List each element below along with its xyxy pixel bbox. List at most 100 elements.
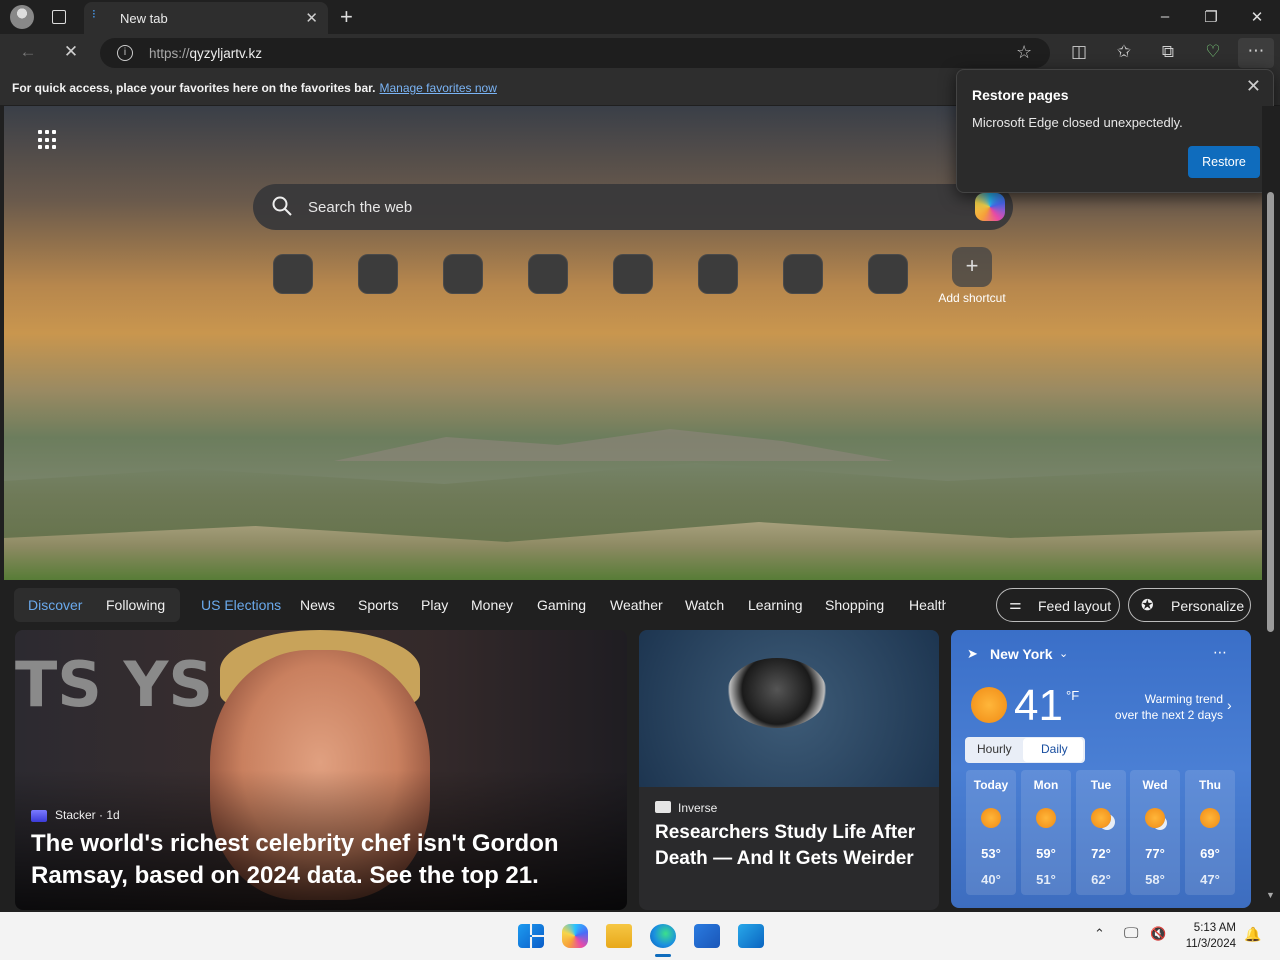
tab-gaming[interactable]: Gaming (537, 597, 586, 613)
navigation-bar: ← ✕ i https://qyzyljartv.kz ☆ ◫ ✩ ⧉ ♡ ⋯ (0, 34, 1280, 72)
scrollbar-thumb[interactable] (1267, 192, 1274, 632)
profile-avatar[interactable] (10, 5, 34, 29)
notification-bell-icon[interactable]: 🔔 (1244, 926, 1261, 943)
chevron-down-icon[interactable]: ⌄ (1059, 647, 1068, 660)
browser-essentials-icon[interactable]: ♡ (1202, 42, 1224, 62)
add-shortcut-button[interactable]: + (952, 247, 992, 287)
shortcut-tile[interactable] (358, 254, 398, 294)
card-source: Inverse (678, 801, 718, 815)
edge-browser-icon[interactable] (650, 924, 676, 948)
tab-watch[interactable]: Watch (685, 597, 724, 613)
feed-navigation: Discover Following US Elections News Spo… (0, 580, 1262, 628)
forecast-day[interactable]: Wed 77° 58° (1130, 770, 1180, 895)
back-icon[interactable]: ← (17, 42, 39, 62)
forecast-tabs: Hourly Daily (965, 737, 1085, 763)
personalize-icon: ✪ (1141, 597, 1154, 614)
tab-money[interactable]: Money (471, 597, 513, 613)
forecast-day[interactable]: Tue 72° 62° (1076, 770, 1126, 895)
search-placeholder: Search the web (308, 199, 413, 216)
start-button-icon[interactable] (518, 924, 544, 948)
address-bar[interactable]: i https://qyzyljartv.kz ☆ (100, 38, 1050, 68)
copilot-icon[interactable] (975, 193, 1005, 221)
url-text[interactable]: https://qyzyljartv.kz (149, 46, 262, 61)
sunny-icon (1200, 808, 1220, 828)
stacker-logo-icon (31, 810, 47, 822)
shortcut-tile[interactable] (528, 254, 568, 294)
tab-close-icon[interactable]: ✕ (305, 9, 318, 27)
tab-title: New tab (120, 11, 168, 26)
card-headline[interactable]: The world's richest celebrity chef isn't… (31, 828, 559, 892)
favorite-star-icon[interactable]: ☆ (1016, 42, 1032, 63)
forecast-day[interactable]: Today 53° 40° (966, 770, 1016, 895)
scroll-down-arrow-icon[interactable]: ▼ (1266, 890, 1275, 900)
tab-weather[interactable]: Weather (610, 597, 663, 613)
manage-favorites-link[interactable]: Manage favorites now (379, 81, 496, 95)
favorites-icon[interactable]: ✩ (1113, 42, 1135, 62)
collections-icon[interactable]: ⧉ (1157, 42, 1179, 62)
sunny-icon (971, 687, 1007, 723)
shortcut-tile[interactable] (273, 254, 313, 294)
stop-loading-icon[interactable]: ✕ (60, 42, 82, 62)
apps-launcher-icon[interactable] (38, 130, 58, 150)
tab-following[interactable]: Following (106, 597, 165, 613)
restore-popup-message: Microsoft Edge closed unexpectedly. (972, 115, 1183, 130)
restore-window-icon[interactable]: ❐ (1201, 8, 1221, 26)
tab-actions-icon[interactable] (52, 10, 66, 24)
tab-discover[interactable]: Discover (28, 597, 82, 613)
restore-pages-popup: Restore pages Microsoft Edge closed unex… (956, 69, 1274, 193)
news-card-featured[interactable]: TS YS Stacker · 1d The world's richest c… (15, 630, 627, 910)
microsoft-store-icon[interactable] (694, 924, 720, 948)
more-options-icon[interactable]: ⋯ (1213, 644, 1227, 661)
shortcut-tile[interactable] (868, 254, 908, 294)
shortcut-tile[interactable] (698, 254, 738, 294)
tab-play[interactable]: Play (421, 597, 448, 613)
tab-us-elections[interactable]: US Elections (201, 597, 281, 613)
tab-hourly[interactable]: Hourly (977, 742, 1012, 756)
taskbar: ⌃ 🖵 🔇 5:13 AM 11/3/2024 🔔 (0, 912, 1280, 960)
forecast-day[interactable]: Mon 59° 51° (1021, 770, 1071, 895)
feed-layout-icon: ⚌ (1009, 596, 1022, 612)
weather-widget[interactable]: ➤ New York ⌄ ⋯ 41 °F Warming trend over … (951, 630, 1251, 908)
chevron-right-icon[interactable]: › (1227, 697, 1232, 713)
minimize-icon[interactable]: – (1155, 8, 1175, 25)
shortcut-tile[interactable] (613, 254, 653, 294)
location-arrow-icon: ➤ (967, 646, 978, 661)
tab-learning[interactable]: Learning (748, 597, 803, 613)
card-background-text: TS YS (15, 648, 214, 721)
new-tab-icon[interactable]: + (340, 4, 353, 30)
tab-health[interactable]: Health (909, 597, 946, 613)
forecast-day[interactable]: Thu 69° 47° (1185, 770, 1235, 895)
system-clock[interactable]: 5:13 AM 11/3/2024 (1172, 920, 1236, 952)
network-icon[interactable]: 🖵 (1124, 925, 1138, 942)
temperature-unit[interactable]: °F (1066, 688, 1079, 703)
tab-new-tab[interactable]: ⁝ New tab ✕ (84, 2, 328, 34)
page-scrollbar[interactable]: ▼ (1262, 106, 1280, 910)
card-headline[interactable]: Researchers Study Life After Death — And… (655, 820, 915, 872)
settings-more-icon[interactable]: ⋯ (1238, 38, 1274, 68)
tab-daily[interactable]: Daily (1041, 742, 1068, 756)
site-info-icon[interactable]: i (117, 45, 133, 61)
volume-icon[interactable]: 🔇 (1150, 926, 1166, 942)
weather-trend[interactable]: Warming trend over the next 2 days (1091, 691, 1223, 723)
outlook-icon[interactable] (738, 924, 764, 948)
restore-popup-title: Restore pages (972, 87, 1069, 103)
show-hidden-icons-icon[interactable]: ⌃ (1094, 926, 1105, 942)
active-app-indicator (655, 954, 671, 957)
feed-layout-label: Feed layout (1038, 598, 1112, 614)
file-explorer-icon[interactable] (606, 924, 632, 948)
tab-shopping[interactable]: Shopping (825, 597, 884, 613)
tab-sports[interactable]: Sports (358, 597, 398, 613)
news-card[interactable]: Inverse Researchers Study Life After Dea… (639, 630, 939, 910)
copilot-taskbar-icon[interactable] (562, 924, 588, 948)
weather-location[interactable]: New York (990, 646, 1053, 662)
restore-button[interactable]: Restore (1188, 146, 1260, 178)
search-box[interactable]: Search the web (253, 184, 1013, 230)
close-window-icon[interactable]: ✕ (1247, 8, 1267, 26)
shortcut-tile[interactable] (783, 254, 823, 294)
close-popup-icon[interactable]: ✕ (1246, 76, 1261, 97)
personalize-button[interactable]: ✪ Personalize (1128, 588, 1251, 622)
shortcut-tile[interactable] (443, 254, 483, 294)
feed-layout-button[interactable]: ⚌ Feed layout (996, 588, 1120, 622)
split-screen-icon[interactable]: ◫ (1068, 42, 1090, 62)
tab-news[interactable]: News (300, 597, 335, 613)
